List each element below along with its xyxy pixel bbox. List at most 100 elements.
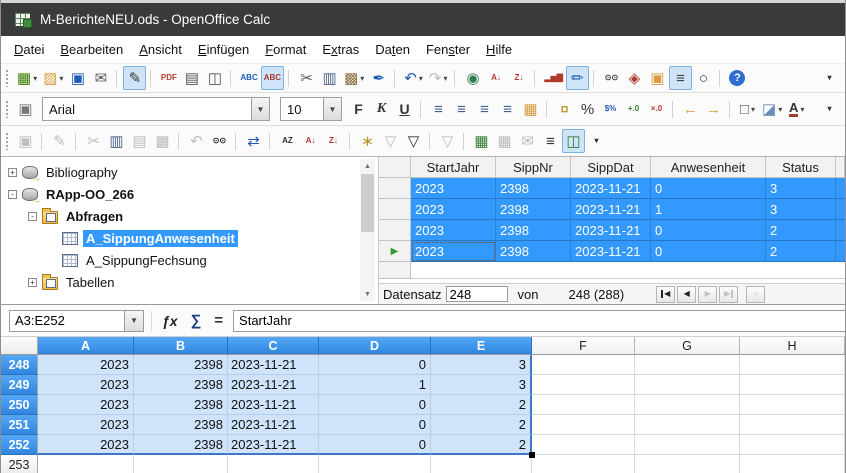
- hyperlink-button[interactable]: ◉: [461, 66, 484, 90]
- sheet-cell[interactable]: [532, 395, 635, 415]
- toolbar-grip[interactable]: [5, 100, 9, 118]
- menu-daten[interactable]: Daten: [367, 38, 418, 61]
- row-header[interactable]: 251: [1, 415, 38, 435]
- sheet-cell[interactable]: 2398: [134, 395, 228, 415]
- grid-column-header[interactable]: [836, 157, 845, 178]
- formula-input-line[interactable]: [233, 310, 845, 332]
- sheet-cell[interactable]: 2398: [134, 355, 228, 375]
- sheet-cell[interactable]: 2398: [134, 375, 228, 395]
- sheet-cell[interactable]: [635, 415, 740, 435]
- save-record-button[interactable]: ▣: [14, 129, 37, 153]
- data-to-text-button[interactable]: ▦: [470, 129, 493, 153]
- data-source-table-button[interactable]: ≡: [539, 129, 562, 153]
- datasources-button[interactable]: ≡: [669, 66, 692, 90]
- sheet-cell[interactable]: [740, 415, 845, 435]
- cut-record-button[interactable]: ✂: [82, 129, 105, 153]
- column-header[interactable]: E: [431, 337, 532, 355]
- tree-scrollbar[interactable]: ▲ ▼: [360, 159, 375, 301]
- background-color-button[interactable]: ◪▾: [759, 97, 785, 121]
- grid-cell[interactable]: 2398: [496, 241, 571, 262]
- open-button[interactable]: ▨▾: [40, 66, 66, 90]
- menu-hilfe[interactable]: Hilfe: [478, 38, 520, 61]
- grid-column-header[interactable]: SippNr: [496, 157, 571, 178]
- sheet-cell[interactable]: 2023: [38, 375, 134, 395]
- grid-cell[interactable]: 2: [766, 241, 836, 262]
- sheet-cell[interactable]: 2: [431, 395, 532, 415]
- font-name-combo[interactable]: Arial ▼: [42, 97, 270, 121]
- grid-column-header[interactable]: Status: [766, 157, 836, 178]
- row-header[interactable]: 250: [1, 395, 38, 415]
- undo-data-button[interactable]: ↶: [185, 129, 208, 153]
- styles-window-button[interactable]: ▣: [14, 97, 37, 121]
- tree-item-tabellen[interactable]: + Tabellen: [1, 271, 378, 293]
- menu-extras[interactable]: Extras: [314, 38, 367, 61]
- sheet-cell[interactable]: [740, 435, 845, 455]
- paste-button[interactable]: ▩▾: [341, 66, 367, 90]
- save-button[interactable]: ▣: [66, 66, 89, 90]
- tree-expander-icon[interactable]: -: [8, 190, 17, 199]
- sheet-cell[interactable]: [134, 455, 228, 473]
- row-header[interactable]: 253: [1, 455, 38, 473]
- refresh-button[interactable]: ⇄: [242, 129, 265, 153]
- sheet-cell[interactable]: [532, 415, 635, 435]
- standard-format-button[interactable]: $%: [599, 97, 622, 121]
- grid-column-header[interactable]: [379, 157, 411, 178]
- find-record-button[interactable]: ⊙⊙: [208, 129, 231, 153]
- grid-cell[interactable]: 2023: [411, 199, 496, 220]
- sheet-cell[interactable]: 0: [319, 435, 431, 455]
- grid-cell[interactable]: 2023: [411, 178, 496, 199]
- row-selector-cell[interactable]: [379, 220, 411, 241]
- explorer-toggle-button[interactable]: ◫: [562, 129, 585, 153]
- equals-button[interactable]: =: [211, 312, 226, 329]
- chart-button[interactable]: ▂▅▇: [541, 66, 565, 90]
- italic-button[interactable]: K: [370, 97, 393, 121]
- find-replace-button[interactable]: ⊙⊙: [600, 66, 623, 90]
- grid-cell[interactable]: 1: [651, 199, 766, 220]
- sheet-cell[interactable]: 2023: [38, 435, 134, 455]
- zoom-button[interactable]: ○: [692, 66, 715, 90]
- navigator-button[interactable]: ◈: [623, 66, 646, 90]
- data-to-fields-button[interactable]: ▦: [493, 129, 516, 153]
- bold-button[interactable]: F: [347, 97, 370, 121]
- print-button[interactable]: ▤: [180, 66, 203, 90]
- autospellcheck-button[interactable]: ABC: [261, 66, 284, 90]
- previous-record-button[interactable]: ◀: [677, 286, 696, 303]
- mail-merge-button[interactable]: ✉: [516, 129, 539, 153]
- column-header[interactable]: D: [319, 337, 431, 355]
- sort-descending-button[interactable]: Z↓: [322, 129, 345, 153]
- new-document-button[interactable]: ▦▾: [14, 66, 40, 90]
- print-preview-button[interactable]: ◫: [203, 66, 226, 90]
- name-box[interactable]: ▼: [9, 310, 144, 332]
- sheet-cell[interactable]: [319, 455, 431, 473]
- tree-expander-icon[interactable]: -: [28, 212, 37, 221]
- format-paintbrush-button[interactable]: ✒: [367, 66, 390, 90]
- menu-ansicht[interactable]: Ansicht: [131, 38, 190, 61]
- sheet-cell[interactable]: [431, 455, 532, 473]
- sheet-cell[interactable]: 3: [431, 375, 532, 395]
- sheet-cell[interactable]: [635, 375, 740, 395]
- combo-dropdown-button[interactable]: ▼: [323, 98, 341, 120]
- merge-cells-button[interactable]: ▦: [519, 97, 542, 121]
- toolbar-overflow-button[interactable]: ▾: [585, 129, 608, 153]
- sheet-cell[interactable]: 0: [319, 355, 431, 375]
- draw-functions-button[interactable]: ✏: [566, 66, 589, 90]
- sheet-cell[interactable]: 2023: [38, 415, 134, 435]
- grid-cell[interactable]: 2398: [496, 220, 571, 241]
- sort-ascending-button[interactable]: A↓: [484, 66, 507, 90]
- grid-cell[interactable]: 3: [766, 199, 836, 220]
- sheet-cell[interactable]: 2: [431, 415, 532, 435]
- grid-column-header[interactable]: Anwesenheit: [651, 157, 766, 178]
- grid-column-header[interactable]: SippDat: [571, 157, 651, 178]
- sheet-cell[interactable]: 2023-11-21: [228, 375, 319, 395]
- record-number-input[interactable]: [446, 286, 508, 302]
- grid-cell[interactable]: 2398: [496, 199, 571, 220]
- sheet-cell[interactable]: [635, 455, 740, 473]
- sheet-cell[interactable]: [38, 455, 134, 473]
- grid-cell[interactable]: 2023-11-21: [571, 220, 651, 241]
- sheet-cell[interactable]: [740, 455, 845, 473]
- sheet-cell[interactable]: [740, 375, 845, 395]
- redo-button[interactable]: ↷▾: [426, 66, 451, 90]
- tree-item-a-sippungfechsung[interactable]: A_SippungFechsung: [1, 249, 378, 271]
- sheet-cell[interactable]: 2398: [134, 415, 228, 435]
- row-selector-cell[interactable]: ▶: [379, 241, 411, 262]
